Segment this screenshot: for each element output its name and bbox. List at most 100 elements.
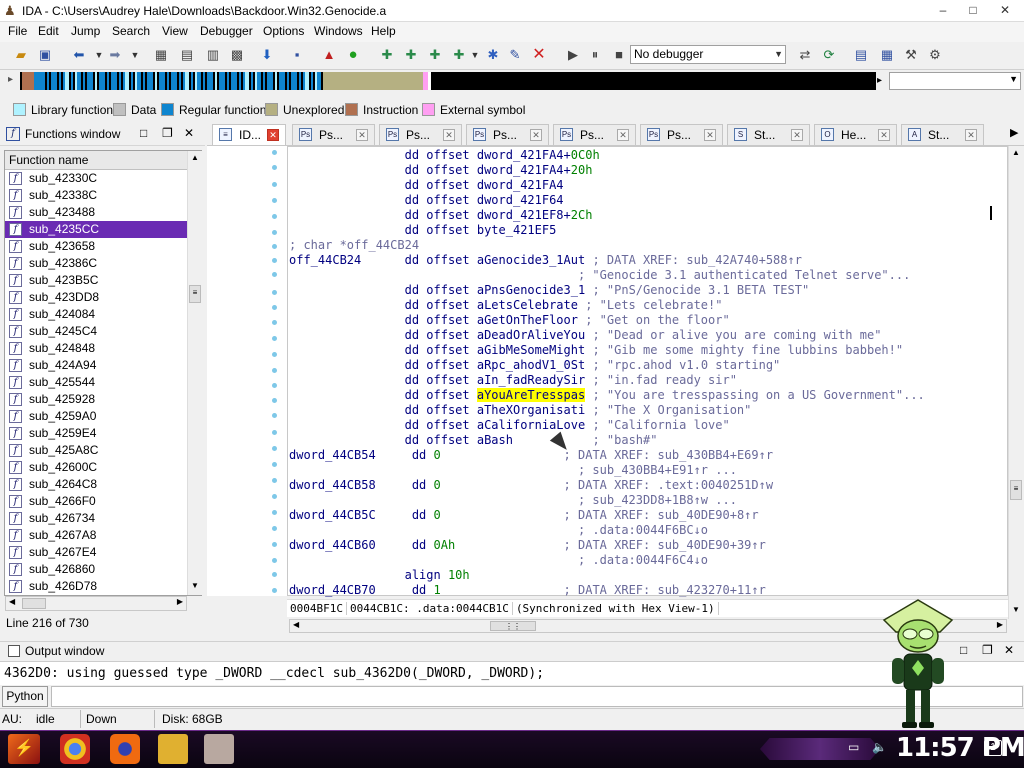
tab-6[interactable]: S St... ✕ (727, 124, 810, 145)
refresh-icon[interactable]: ⟳ (820, 46, 838, 64)
chevron-left-icon[interactable]: ◀ (9, 597, 15, 606)
close-icon[interactable]: ✕ (1004, 643, 1014, 657)
function-row[interactable]: f sub_425A8C (5, 442, 187, 459)
tab-close-icon[interactable]: ✕ (267, 129, 279, 141)
chevron-up-icon[interactable]: ▲ (1012, 148, 1020, 157)
ida-taskbar-icon[interactable] (204, 734, 234, 764)
disassembly-line[interactable]: align 10h (289, 568, 470, 583)
disassembly-line[interactable]: dd offset aYouAreTresspas ; "You are tre… (289, 388, 925, 403)
disassembly-line[interactable]: ; sub_423DD8+1B8↑w ... (289, 493, 737, 508)
disassembly-line[interactable]: dd offset aCaliforniaLove ; "California … (289, 418, 730, 433)
function-row[interactable]: f sub_4259E4 (5, 425, 187, 442)
function-row[interactable]: f sub_4245C4 (5, 323, 187, 340)
jump-down-icon[interactable]: ⬇ (258, 46, 276, 64)
layout-icon[interactable]: ▤ (852, 46, 870, 64)
tab-8[interactable]: A St... ✕ (901, 124, 984, 145)
function-row[interactable]: f sub_4235CC (5, 221, 187, 238)
tab-3[interactable]: Ps Ps... ✕ (466, 124, 549, 145)
disassembly-line[interactable]: dd offset aPnsGenocide3_1 ; "PnS/Genocid… (289, 283, 810, 298)
function-row[interactable]: f sub_424848 (5, 340, 187, 357)
restore-icon[interactable]: ❐ (982, 643, 993, 657)
disassembly-line[interactable]: dd offset dword_421FA4+0C0h (289, 148, 600, 163)
back-icon[interactable]: ⬅ (70, 46, 88, 64)
debugger-select[interactable]: No debugger ▼ (630, 45, 786, 64)
disassembly-line[interactable]: dd offset dword_421FA4 (289, 178, 564, 193)
scroll-thumb[interactable]: ≡ (189, 285, 201, 303)
function-row[interactable]: f sub_42330C (5, 170, 187, 187)
function-row[interactable]: f sub_423DD8 (5, 289, 187, 306)
close-icon[interactable]: ✕ (184, 126, 194, 140)
tab-close-icon[interactable]: ✕ (704, 129, 716, 141)
scroll-thumb[interactable] (22, 598, 46, 609)
menu-help[interactable]: Help (371, 24, 396, 38)
maximize-button[interactable]: □ (958, 0, 988, 22)
file-explorer-icon[interactable] (158, 734, 188, 764)
chevron-left-icon[interactable]: ◀ (293, 620, 299, 629)
segment-select[interactable]: ▼ (889, 72, 1021, 90)
pause-icon[interactable]: ⏸ (586, 46, 604, 64)
print-icon[interactable]: ▩ (228, 46, 246, 64)
functions-vertical-scrollbar[interactable]: ▲ ≡ ▼ (187, 151, 202, 595)
open-icon[interactable]: ▰ (12, 46, 30, 64)
tools-icon[interactable]: ⚒ (902, 46, 920, 64)
tab-1[interactable]: Ps Ps... ✕ (292, 124, 375, 145)
function-row[interactable]: f sub_4267A8 (5, 527, 187, 544)
disassembly-line[interactable]: dd offset aRpc_ahodV1_0St ; "rpc.ahod v1… (289, 358, 781, 373)
chevron-down-icon[interactable]: ▼ (126, 46, 144, 64)
tab-close-icon[interactable]: ✕ (530, 129, 542, 141)
disassembly-line[interactable]: dword_44CB5C dd 0 ; DATA XREF: sub_40DE9… (289, 508, 759, 523)
disassembly-line[interactable]: off_44CB24 dd offset aGenocide3_1Aut ; D… (289, 253, 802, 268)
disassembly-line[interactable]: dword_44CB54 dd 0 ; DATA XREF: sub_430BB… (289, 448, 773, 463)
scroll-thumb[interactable]: ⋮⋮ (490, 621, 536, 631)
tab-0[interactable]: ≡ ID... ✕ (212, 124, 286, 145)
menu-file[interactable]: File (8, 24, 27, 38)
scroll-thumb[interactable]: ≡ (1010, 480, 1022, 500)
menu-debugger[interactable]: Debugger (200, 24, 253, 38)
tab-close-icon[interactable]: ✕ (965, 129, 977, 141)
add-struct-icon[interactable]: ✚ (426, 46, 444, 64)
disassembly-line[interactable]: ; .data:0044F6C4↓o (289, 553, 708, 568)
menu-windows[interactable]: Windows (314, 24, 363, 38)
chevron-right-icon[interactable]: ▶ (1010, 126, 1018, 139)
chevron-down-icon[interactable]: ▼ (466, 46, 484, 64)
calculator-icon[interactable]: ▪ (288, 46, 306, 64)
save-icon[interactable]: ▣ (36, 46, 54, 64)
tab-2[interactable]: Ps Ps... ✕ (379, 124, 462, 145)
chrome-icon[interactable] (60, 734, 90, 764)
close-button[interactable]: ✕ (990, 0, 1020, 22)
disassembly-line[interactable]: dd offset dword_421FA4+20h (289, 163, 593, 178)
chevron-right-icon[interactable]: ▶ (997, 620, 1003, 629)
function-row[interactable]: f sub_425544 (5, 374, 187, 391)
star-icon[interactable]: ✱ (484, 46, 502, 64)
start-icon[interactable]: ⚡ (8, 734, 40, 764)
hex-icon[interactable]: ▤ (178, 46, 196, 64)
disassembly-line[interactable]: dd offset dword_421EF8+2Ch (289, 208, 593, 223)
function-row[interactable]: f sub_4264C8 (5, 476, 187, 493)
edit-icon[interactable]: ✎ (506, 46, 524, 64)
disassembly-line[interactable]: dd offset aGetOnTheFloor ; "Get on the f… (289, 313, 730, 328)
menu-view[interactable]: View (162, 24, 188, 38)
tab-4[interactable]: Ps Ps... ✕ (553, 124, 636, 145)
chevron-right-icon[interactable]: ▸ (877, 72, 887, 90)
tab-close-icon[interactable]: ✕ (878, 129, 890, 141)
disassembly-line[interactable]: dword_44CB60 dd 0Ah ; DATA XREF: sub_40D… (289, 538, 766, 553)
navigation-strip[interactable] (20, 72, 876, 90)
minimize-button[interactable]: – (928, 0, 958, 22)
chevron-right-icon[interactable]: ▶ (177, 597, 183, 606)
function-row[interactable]: f sub_42600C (5, 459, 187, 476)
disassembly-line[interactable]: dd offset byte_421EF5 (289, 223, 557, 238)
function-row[interactable]: f sub_4259A0 (5, 408, 187, 425)
function-row[interactable]: f sub_423B5C (5, 272, 187, 289)
function-row[interactable]: f sub_426860 (5, 561, 187, 578)
tab-7[interactable]: O He... ✕ (814, 124, 897, 145)
window-icon[interactable]: ▦ (878, 46, 896, 64)
function-row[interactable]: f sub_42338C (5, 187, 187, 204)
binary-icon[interactable]: ▦ (152, 46, 170, 64)
chevron-down-icon[interactable]: ▼ (1012, 605, 1020, 614)
function-row[interactable]: f sub_426734 (5, 510, 187, 527)
function-row[interactable]: f sub_424A94 (5, 357, 187, 374)
tab-5[interactable]: Ps Ps... ✕ (640, 124, 723, 145)
disassembly-line[interactable]: dd offset aGibMeSomeMight ; "Gib me some… (289, 343, 904, 358)
disassembly-line[interactable]: ; "Genocide 3.1 authenticated Telnet ser… (289, 268, 910, 283)
disassembly-vertical-scrollbar[interactable]: ▲ ≡ ▼ (1008, 146, 1023, 619)
